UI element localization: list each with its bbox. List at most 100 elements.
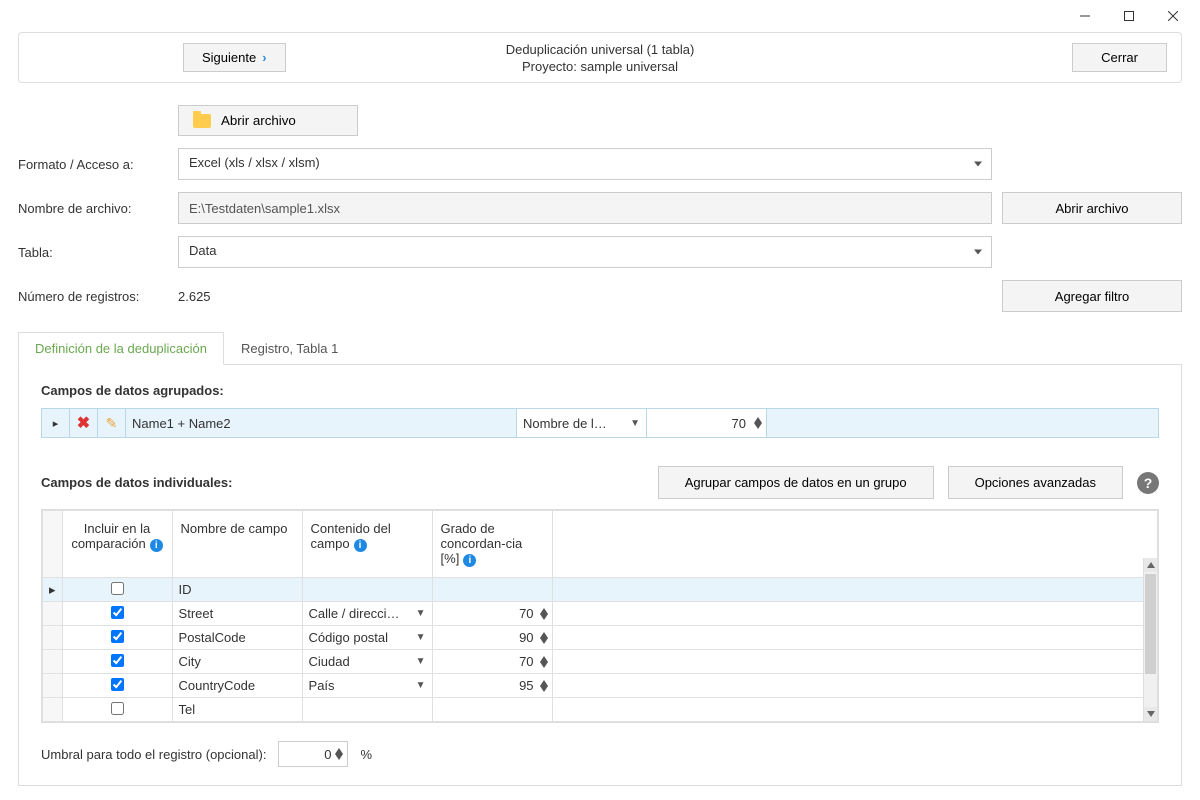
field-name-cell: City bbox=[172, 650, 302, 674]
table-row[interactable]: City Ciudad▼ 70 bbox=[43, 650, 1158, 674]
grouped-match-input[interactable]: 70 bbox=[647, 409, 767, 437]
scrollbar[interactable] bbox=[1143, 558, 1157, 721]
folder-icon bbox=[193, 114, 211, 128]
filename-input bbox=[178, 192, 992, 224]
grouped-fields-row: ▸ ✖ ✎ Name1 + Name2 Nombre de l… ▼ 70 bbox=[41, 408, 1159, 438]
match-input[interactable]: 70 bbox=[432, 650, 552, 674]
next-label: Siguiente bbox=[202, 50, 256, 65]
col-include: Incluir en la comparacióni bbox=[62, 511, 172, 578]
content-select[interactable]: Calle / direcci…▼ bbox=[302, 602, 432, 626]
table-label: Tabla: bbox=[18, 245, 168, 260]
include-checkbox[interactable] bbox=[111, 582, 124, 595]
scroll-down-icon[interactable] bbox=[1144, 707, 1157, 721]
chevron-down-icon: ▼ bbox=[416, 656, 426, 667]
table-row[interactable]: Tel bbox=[43, 698, 1158, 722]
match-input[interactable] bbox=[432, 578, 552, 602]
col-name: Nombre de campo bbox=[172, 511, 302, 578]
page-header: Siguiente › Deduplicación universal (1 t… bbox=[18, 32, 1182, 83]
open-file-button[interactable]: Abrir archivo bbox=[1002, 192, 1182, 224]
field-name-cell: PostalCode bbox=[172, 626, 302, 650]
match-input[interactable] bbox=[432, 698, 552, 722]
tab-dedup-definition[interactable]: Definición de la deduplicación bbox=[18, 332, 224, 365]
window-close[interactable] bbox=[1151, 2, 1195, 30]
tab-registro[interactable]: Registro, Tabla 1 bbox=[224, 332, 355, 364]
help-icon[interactable]: ? bbox=[1137, 472, 1159, 494]
row-indicator[interactable] bbox=[43, 602, 63, 626]
spinner-icon[interactable] bbox=[540, 656, 548, 668]
open-file-button-top[interactable]: Abrir archivo bbox=[178, 105, 358, 136]
scroll-up-icon[interactable] bbox=[1144, 558, 1157, 572]
grouped-field-type-select[interactable]: Nombre de l… ▼ bbox=[517, 409, 647, 437]
content-select[interactable]: País▼ bbox=[302, 674, 432, 698]
page-subtitle: Proyecto: sample universal bbox=[506, 59, 695, 74]
info-icon[interactable]: i bbox=[463, 554, 476, 567]
grouped-fields-label: Campos de datos agrupados: bbox=[41, 383, 1159, 398]
spinner-icon[interactable] bbox=[540, 608, 548, 620]
info-icon[interactable]: i bbox=[354, 539, 367, 552]
content-select[interactable] bbox=[302, 578, 432, 602]
chevron-down-icon: ▼ bbox=[416, 680, 426, 691]
spinner-icon[interactable] bbox=[540, 680, 548, 692]
spinner-icon[interactable] bbox=[335, 748, 343, 760]
individual-fields-label: Campos de datos individuales: bbox=[41, 475, 232, 490]
delete-group-button[interactable]: ✖ bbox=[70, 409, 98, 437]
threshold-unit: % bbox=[360, 747, 372, 762]
grouped-field-name: Name1 + Name2 bbox=[126, 409, 517, 437]
advanced-options-button[interactable]: Opciones avanzadas bbox=[948, 466, 1123, 499]
window-titlebar bbox=[0, 0, 1200, 32]
row-indicator[interactable] bbox=[43, 698, 63, 722]
spinner-icon[interactable] bbox=[754, 417, 762, 429]
table-select[interactable]: Data bbox=[178, 236, 992, 268]
tab-content: Campos de datos agrupados: ▸ ✖ ✎ Name1 +… bbox=[18, 365, 1182, 786]
spinner-icon[interactable] bbox=[540, 632, 548, 644]
row-indicator[interactable] bbox=[43, 650, 63, 674]
match-input[interactable]: 95 bbox=[432, 674, 552, 698]
add-filter-button[interactable]: Agregar filtro bbox=[1002, 280, 1182, 312]
edit-group-button[interactable]: ✎ bbox=[98, 409, 126, 437]
file-form: Abrir archivo Formato / Acceso a: Excel … bbox=[18, 105, 1182, 312]
match-input[interactable]: 90 bbox=[432, 626, 552, 650]
chevron-down-icon: ▼ bbox=[630, 418, 640, 429]
field-name-cell: CountryCode bbox=[172, 674, 302, 698]
field-name-cell: ID bbox=[172, 578, 302, 602]
page-title: Deduplicación universal (1 tabla) bbox=[506, 42, 695, 57]
scroll-thumb[interactable] bbox=[1145, 574, 1156, 674]
chevron-down-icon: ▼ bbox=[416, 632, 426, 643]
window-maximize[interactable] bbox=[1107, 2, 1151, 30]
table-row[interactable]: PostalCode Código postal▼ 90 bbox=[43, 626, 1158, 650]
content-select[interactable]: Ciudad▼ bbox=[302, 650, 432, 674]
table-row[interactable]: Street Calle / direcci…▼ 70 bbox=[43, 602, 1158, 626]
close-button[interactable]: Cerrar bbox=[1072, 43, 1167, 72]
include-checkbox[interactable] bbox=[111, 678, 124, 691]
chevron-down-icon: ▼ bbox=[416, 608, 426, 619]
format-select[interactable]: Excel (xls / xlsx / xlsm) bbox=[178, 148, 992, 180]
pencil-icon: ✎ bbox=[106, 415, 118, 432]
include-checkbox[interactable] bbox=[111, 702, 124, 715]
include-checkbox[interactable] bbox=[111, 606, 124, 619]
table-row[interactable]: CountryCode País▼ 95 bbox=[43, 674, 1158, 698]
threshold-label: Umbral para todo el registro (opcional): bbox=[41, 747, 266, 762]
col-match: Grado de concordan-cia [%]i bbox=[432, 511, 552, 578]
field-name-cell: Tel bbox=[172, 698, 302, 722]
match-input[interactable]: 70 bbox=[432, 602, 552, 626]
group-fields-button[interactable]: Agrupar campos de datos en un grupo bbox=[658, 466, 934, 499]
threshold-input[interactable]: 0 bbox=[278, 741, 348, 767]
row-indicator[interactable]: ▸ bbox=[42, 409, 70, 437]
include-checkbox[interactable] bbox=[111, 630, 124, 643]
delete-icon: ✖ bbox=[77, 413, 90, 433]
content-select[interactable] bbox=[302, 698, 432, 722]
fields-table: Incluir en la comparacióni Nombre de cam… bbox=[42, 510, 1158, 722]
include-checkbox[interactable] bbox=[111, 654, 124, 667]
records-label: Número de registros: bbox=[18, 289, 168, 304]
table-row[interactable]: ▸ ID bbox=[43, 578, 1158, 602]
chevron-right-icon: › bbox=[262, 50, 266, 65]
row-indicator[interactable] bbox=[43, 674, 63, 698]
filename-label: Nombre de archivo: bbox=[18, 201, 168, 216]
content-select[interactable]: Código postal▼ bbox=[302, 626, 432, 650]
next-button[interactable]: Siguiente › bbox=[183, 43, 286, 72]
window-minimize[interactable] bbox=[1063, 2, 1107, 30]
field-name-cell: Street bbox=[172, 602, 302, 626]
row-indicator[interactable] bbox=[43, 626, 63, 650]
row-indicator[interactable]: ▸ bbox=[43, 578, 63, 602]
info-icon[interactable]: i bbox=[150, 539, 163, 552]
